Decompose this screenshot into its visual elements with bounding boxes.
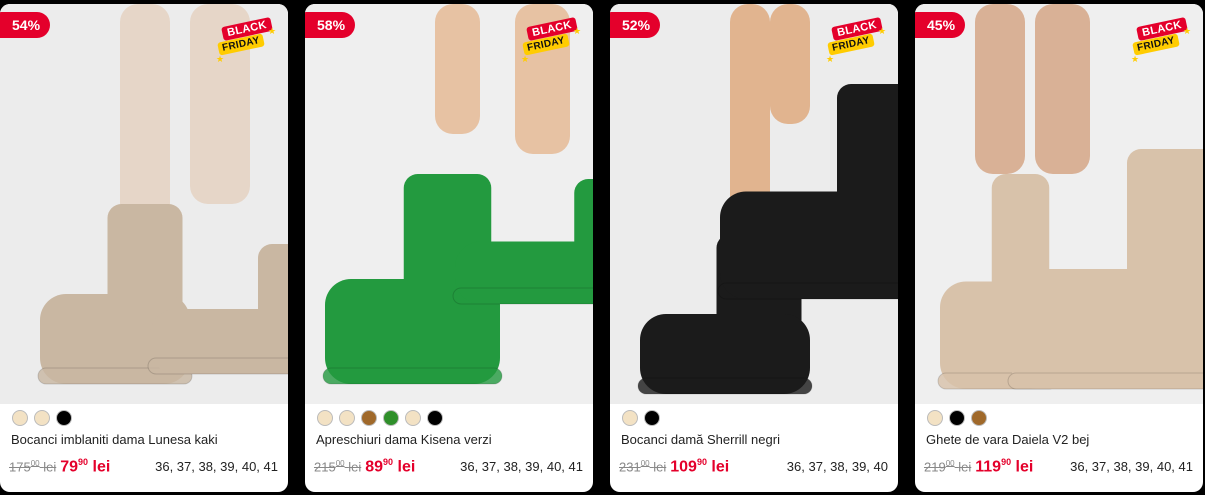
product-card[interactable]: 45% BLACK FRIDAY ★ ★ Ghete de vara Daiel… [915, 4, 1203, 492]
product-title[interactable]: Bocanci imblaniti dama Lunesa kaki [11, 432, 218, 447]
color-swatches [12, 410, 72, 426]
color-swatches [927, 410, 987, 426]
color-swatch[interactable] [644, 410, 660, 426]
leg-shape [120, 4, 170, 224]
black-friday-badge: BLACK FRIDAY ★ ★ [216, 16, 280, 64]
product-photo-illustration [305, 4, 593, 404]
product-image[interactable] [305, 4, 593, 404]
leg-shape [770, 4, 810, 124]
discount-badge: 58% [305, 12, 356, 38]
product-title[interactable]: Apreschiuri dama Kisena verzi [316, 432, 492, 447]
available-sizes: 36, 37, 38, 39, 40, 41 [460, 459, 583, 475]
black-friday-badge: BLACK FRIDAY ★ ★ [1131, 16, 1195, 64]
color-swatches [317, 410, 443, 426]
product-image[interactable] [610, 4, 898, 404]
price-row: 23100 lei 10990 lei 36, 37, 38, 39, 40 [619, 457, 888, 479]
discount-badge: 45% [915, 12, 966, 38]
old-price: 21900 lei [924, 459, 972, 475]
price-row: 21500 lei 8990 lei 36, 37, 38, 39, 40, 4… [314, 457, 583, 479]
product-image[interactable] [915, 4, 1203, 404]
available-sizes: 36, 37, 38, 39, 40, 41 [155, 459, 278, 475]
discount-badge: 54% [0, 12, 51, 38]
leg-shape [975, 4, 1025, 174]
color-swatch[interactable] [361, 410, 377, 426]
star-icon: ★ [521, 54, 530, 64]
old-price: 21500 lei [314, 459, 362, 475]
new-price: 10990 lei [670, 457, 730, 476]
product-title[interactable]: Bocanci damă Sherrill negri [621, 432, 780, 447]
product-card[interactable]: 58% BLACK FRIDAY ★ ★ Apreschiuri dama Ki… [305, 4, 593, 492]
product-card[interactable]: 52% BLACK FRIDAY ★ ★ Bocanci damă Sherri… [610, 4, 898, 492]
new-price: 7990 lei [60, 457, 111, 476]
color-swatch[interactable] [622, 410, 638, 426]
price-row: 21900 lei 11990 lei 36, 37, 38, 39, 40, … [924, 457, 1193, 479]
color-swatch[interactable] [317, 410, 333, 426]
old-price: 23100 lei [619, 459, 667, 475]
star-icon: ★ [216, 54, 225, 64]
color-swatch[interactable] [927, 410, 943, 426]
color-swatch[interactable] [12, 410, 28, 426]
star-icon: ★ [268, 26, 277, 36]
leg-shape [435, 4, 480, 134]
star-icon: ★ [826, 54, 835, 64]
black-friday-badge: BLACK FRIDAY ★ ★ [521, 16, 585, 64]
leg-shape [1035, 4, 1090, 174]
color-swatch[interactable] [405, 410, 421, 426]
color-swatches [622, 410, 660, 426]
star-icon: ★ [573, 26, 582, 36]
leg-shape [730, 4, 770, 214]
price-row: 17500 lei 7990 lei 36, 37, 38, 39, 40, 4… [9, 457, 278, 479]
black-friday-badge: BLACK FRIDAY ★ ★ [826, 16, 890, 64]
product-card[interactable]: 54% BLACK FRIDAY ★ ★ Bocanci imblaniti d… [0, 4, 288, 492]
discount-badge: 52% [610, 12, 661, 38]
color-swatch[interactable] [383, 410, 399, 426]
product-photo-illustration [0, 4, 288, 404]
new-price: 11990 lei [975, 457, 1034, 476]
product-photo-illustration [915, 4, 1203, 404]
star-icon: ★ [878, 26, 887, 36]
star-icon: ★ [1131, 54, 1140, 64]
color-swatch[interactable] [339, 410, 355, 426]
old-price: 17500 lei [9, 459, 57, 475]
new-price: 8990 lei [365, 457, 416, 476]
star-icon: ★ [1183, 26, 1192, 36]
available-sizes: 36, 37, 38, 39, 40, 41 [1070, 459, 1193, 475]
product-title[interactable]: Ghete de vara Daiela V2 bej [926, 432, 1089, 447]
color-swatch[interactable] [56, 410, 72, 426]
color-swatch[interactable] [427, 410, 443, 426]
color-swatch[interactable] [971, 410, 987, 426]
color-swatch[interactable] [34, 410, 50, 426]
product-photo-illustration [610, 4, 898, 404]
color-swatch[interactable] [949, 410, 965, 426]
product-image[interactable] [0, 4, 288, 404]
available-sizes: 36, 37, 38, 39, 40 [786, 459, 888, 475]
